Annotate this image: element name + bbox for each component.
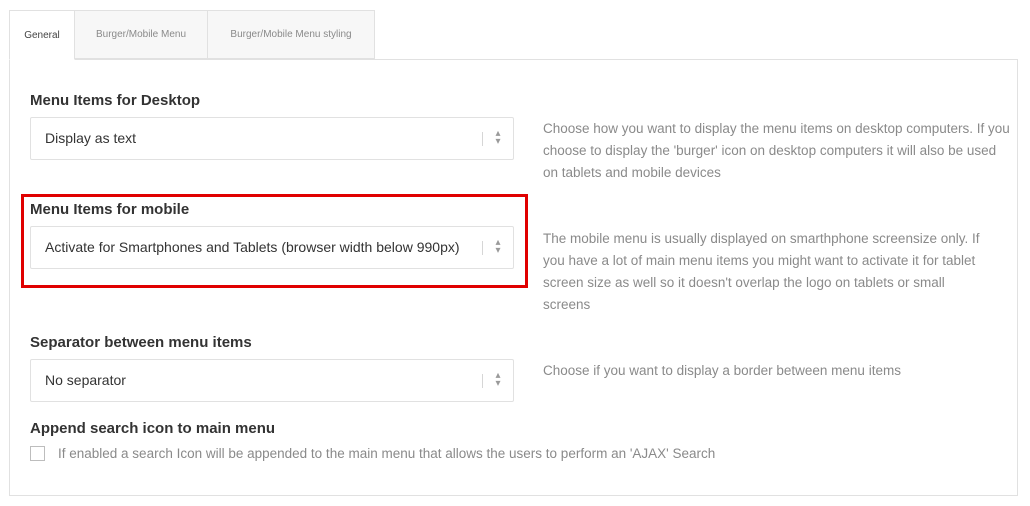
search-icon-checkbox[interactable] — [30, 446, 45, 461]
separator-label: Separator between menu items — [30, 334, 252, 351]
tab-burger-mobile-menu[interactable]: Burger/Mobile Menu — [74, 10, 208, 59]
desktop-menu-label: Menu Items for Desktop — [30, 92, 201, 109]
mobile-menu-help: The mobile menu is usually displayed on … — [543, 231, 980, 312]
select-divider — [482, 241, 483, 255]
mobile-menu-label: Menu Items for mobile — [30, 201, 190, 218]
mobile-menu-select[interactable]: Activate for Smartphones and Tablets (br… — [30, 226, 514, 269]
separator-select-value: No separator — [45, 372, 126, 388]
desktop-menu-help: Choose how you want to display the menu … — [543, 121, 1010, 180]
separator-select[interactable]: No separator ▴ ▾ — [30, 359, 514, 402]
tab-burger-mobile-menu-styling[interactable]: Burger/Mobile Menu styling — [207, 10, 375, 59]
separator-help: Choose if you want to display a border b… — [543, 363, 901, 378]
tab-bar: General Burger/Mobile Menu Burger/Mobile… — [9, 10, 375, 60]
search-icon-label: Append search icon to main menu — [30, 420, 276, 437]
desktop-menu-select[interactable]: Display as text ▴ ▾ — [30, 117, 514, 160]
select-arrows-icon: ▴ ▾ — [495, 128, 501, 147]
select-arrows-icon: ▴ ▾ — [495, 237, 501, 256]
tab-general[interactable]: General — [9, 10, 75, 60]
select-arrows-icon: ▴ ▾ — [495, 370, 501, 389]
mobile-menu-select-value: Activate for Smartphones and Tablets (br… — [45, 239, 460, 255]
select-divider — [482, 374, 483, 388]
select-divider — [482, 132, 483, 146]
desktop-menu-select-value: Display as text — [45, 130, 137, 146]
search-icon-checkbox-text: If enabled a search Icon will be appende… — [58, 446, 716, 461]
